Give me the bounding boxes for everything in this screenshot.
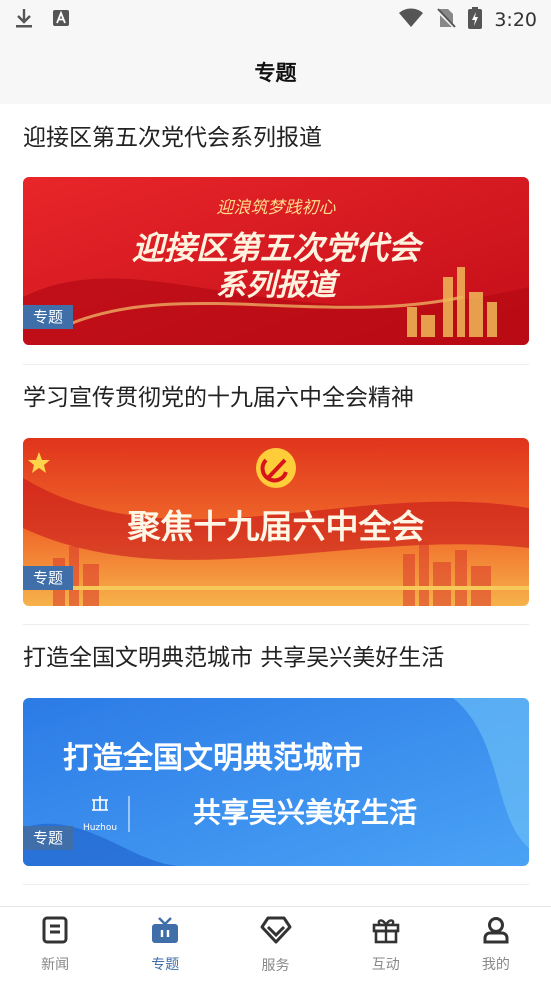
banner-small-text: 迎浪筑梦践初心 bbox=[217, 198, 337, 218]
tab-me[interactable]: 我的 bbox=[441, 907, 551, 982]
news-icon bbox=[41, 916, 69, 948]
banner-subline: 系列报道 bbox=[216, 268, 341, 303]
download-icon bbox=[14, 7, 34, 33]
topic-title: 迎接区第五次党代会系列报道 bbox=[23, 125, 322, 151]
topic-banner[interactable]: 打造全国文明典范城市 共享吴兴美好生活 Huzhou 专题 bbox=[23, 698, 529, 866]
tab-news[interactable]: 新闻 bbox=[0, 907, 110, 982]
topic-banner[interactable]: 聚焦十九届六中全会 专题 bbox=[23, 438, 529, 606]
banner-subline: 共享吴兴美好生活 bbox=[193, 796, 417, 829]
divider bbox=[23, 884, 529, 885]
tab-label: 新闻 bbox=[41, 956, 70, 973]
topic-banner[interactable]: 迎浪筑梦践初心 迎接区第五次党代会 系列报道 专题 bbox=[23, 177, 529, 345]
topic-list[interactable]: 迎接区第五次党代会系列报道 迎浪筑梦践初心 迎接区第五次党代会 系列报道 专题 … bbox=[0, 104, 551, 906]
topic-title: 打造全国文明典范城市 共享吴兴美好生活 bbox=[23, 645, 445, 671]
wifi-icon bbox=[398, 8, 424, 33]
service-icon bbox=[259, 915, 293, 949]
topic-tag: 专题 bbox=[23, 566, 74, 590]
banner-headline: 聚焦十九届六中全会 bbox=[127, 507, 425, 546]
topic-item[interactable]: 学习宣传贯彻党的十九届六中全会精神 聚焦十九届六中全会 专题 bbox=[23, 382, 529, 624]
topic-tag: 专题 bbox=[23, 826, 74, 850]
banner-logo-text: Huzhou bbox=[83, 823, 117, 833]
topic-item[interactable]: 迎接区第五次党代会系列报道 迎浪筑梦践初心 迎接区第五次党代会 系列报道 专题 bbox=[23, 122, 529, 364]
tab-topics[interactable]: 专题 bbox=[110, 907, 220, 982]
divider bbox=[23, 364, 529, 365]
topic-title: 学习宣传贯彻党的十九届六中全会精神 bbox=[23, 385, 414, 411]
battery-icon bbox=[468, 6, 483, 34]
divider bbox=[23, 624, 529, 625]
tab-interaction[interactable]: 互动 bbox=[331, 907, 441, 982]
topic-item[interactable]: 打造全国文明典范城市 共享吴兴美好生活 打造全国文明典范城市 共享吴兴美好生活 … bbox=[23, 642, 529, 884]
tab-label: 我的 bbox=[481, 956, 510, 973]
tab-label: 互动 bbox=[371, 956, 400, 973]
top-bar: 专题 bbox=[0, 40, 551, 104]
status-bar: 3:20 bbox=[0, 0, 551, 40]
page-title: 专题 bbox=[254, 61, 297, 85]
banner-headline: 迎接区第五次党代会 bbox=[132, 229, 424, 267]
tab-label: 服务 bbox=[261, 957, 290, 974]
tab-services[interactable]: 服务 bbox=[220, 907, 330, 982]
topic-icon bbox=[150, 916, 180, 948]
no-sim-icon bbox=[436, 7, 457, 34]
bottom-tab-bar: 新闻 专题 服务 互动 我的 bbox=[0, 906, 551, 982]
app-notification-icon bbox=[52, 9, 70, 31]
tab-label: 专题 bbox=[151, 956, 180, 973]
topic-tag: 专题 bbox=[23, 305, 74, 329]
banner-headline: 打造全国文明典范城市 bbox=[63, 741, 363, 776]
user-icon bbox=[482, 916, 510, 948]
status-time: 3:20 bbox=[494, 9, 537, 31]
gift-icon bbox=[371, 916, 401, 948]
